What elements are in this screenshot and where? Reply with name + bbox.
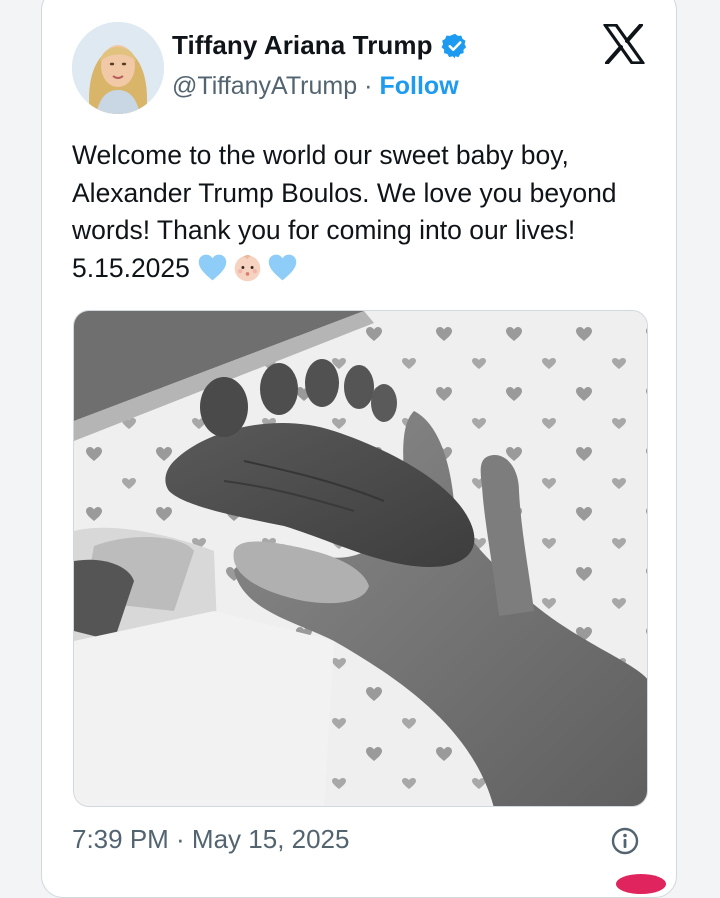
tweet-timestamp[interactable]: 7:39 PM · May 15, 2025 [72, 824, 349, 855]
x-logo-icon[interactable] [603, 24, 645, 64]
verified-badge-icon [441, 33, 466, 58]
avatar-image [72, 22, 164, 114]
avatar[interactable] [72, 22, 164, 114]
notification-blob [616, 874, 666, 894]
photo-baby-foot-in-hand [74, 311, 647, 806]
info-icon[interactable] [611, 827, 639, 855]
author-handle-row: @TiffanyATrump · Follow [172, 72, 459, 101]
tweet-text-content: Welcome to the world our sweet baby boy,… [72, 140, 617, 283]
author-handle[interactable]: @TiffanyATrump [172, 72, 357, 101]
emoji-group [196, 251, 299, 284]
author-name-row: Tiffany Ariana Trump [172, 30, 469, 61]
light-blue-heart-icon [268, 254, 297, 280]
separator-dot: · [364, 72, 373, 100]
baby-icon [234, 254, 261, 281]
author-display-name[interactable]: Tiffany Ariana Trump [172, 30, 433, 61]
light-blue-heart-icon [198, 254, 227, 280]
tweet-photo[interactable] [73, 310, 648, 807]
follow-button[interactable]: Follow [379, 72, 458, 101]
tweet-text: Welcome to the world our sweet baby boy,… [72, 137, 662, 287]
